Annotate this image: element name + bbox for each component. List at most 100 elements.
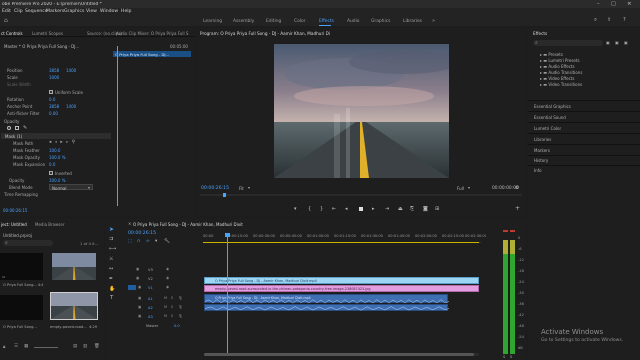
program-video-frame[interactable] [274, 44, 449, 178]
mark-in-icon[interactable]: { [308, 206, 311, 212]
hand-tool-icon[interactable]: ✋ [109, 286, 115, 292]
clip-a1[interactable]: O Priya Priya Full Song - DJ - Aamir Kha… [204, 294, 449, 304]
extract-icon[interactable]: ⎘ [410, 206, 414, 212]
help-icon[interactable]: ? [623, 17, 626, 23]
workspace-tab-color[interactable]: Color [294, 19, 305, 24]
effects-search-input[interactable]: ⌕ [533, 40, 603, 46]
razor-tool-icon[interactable]: ⚔ [109, 256, 113, 262]
track-select-tool-icon[interactable]: ⇉ [109, 236, 113, 242]
mute-button[interactable]: M [164, 296, 167, 300]
timeline-horizontal-scrollbar[interactable] [204, 353, 479, 356]
track-lock-icon[interactable]: ▣ [138, 305, 141, 309]
minimize-icon[interactable]: – [597, 1, 600, 7]
track-header-v2[interactable]: ▣ V2 ◉ [128, 276, 202, 283]
tab-media-browser[interactable]: Media Browser [35, 222, 65, 227]
scale-value[interactable]: 1000 [49, 75, 59, 80]
solo-right-button[interactable]: S [510, 355, 512, 359]
anti-flicker-value[interactable]: 0.00 [49, 111, 58, 116]
add-marker-icon[interactable]: ▾ [294, 206, 297, 212]
stop-icon[interactable] [359, 207, 363, 211]
effects-folder-presets[interactable]: ▸ ▬ Presets [540, 52, 563, 57]
anchor-y-value[interactable]: 1400 [66, 104, 76, 109]
track-header-v3[interactable]: ▣ V3 ◉ [128, 267, 202, 274]
delete-icon[interactable]: 🗑︎ [94, 344, 100, 349]
comparison-view-icon[interactable]: ⊞ [435, 206, 439, 212]
solo-button[interactable]: S [171, 314, 173, 318]
track-lock-icon[interactable]: ▣ [138, 285, 141, 289]
timeline-settings-icon[interactable]: 🔧︎ [164, 239, 170, 244]
master-level[interactable]: 0.0 [174, 324, 180, 328]
program-timecode[interactable]: 00:00:26:15 [201, 186, 229, 191]
clip-bar[interactable]: O Priya Priya Full Song - DJ... [113, 51, 191, 57]
panel-info[interactable]: Info [534, 168, 542, 173]
solo-button[interactable]: S [171, 296, 173, 300]
mask-row[interactable]: Mask (1) [1, 133, 111, 139]
scrollbar-thumb[interactable] [204, 353, 474, 356]
zoom-slider[interactable] [34, 347, 58, 348]
project-search-input[interactable]: ⌕ [3, 240, 53, 246]
tab-project[interactable]: ject: Untitled [1, 222, 27, 227]
mask-feather-value[interactable]: 100.0 [49, 148, 60, 153]
track-header-a1[interactable]: ▣ A1 M S 🎙︎ [128, 296, 202, 303]
timeline-playhead-handle[interactable] [225, 233, 230, 237]
export-frame-icon[interactable]: ◙ [423, 206, 428, 212]
track-header-a2[interactable]: ▣ A2 M S 🎙︎ [128, 305, 202, 312]
insert-sequence-icon[interactable]: ⬚ [128, 239, 132, 244]
mask-expansion-value[interactable]: 0.0 [49, 162, 55, 167]
workspace-tab-assembly[interactable]: Assembly [233, 19, 254, 24]
inverted-checkbox[interactable] [49, 171, 53, 175]
effect-controls-bottom-timecode[interactable]: 00:00:26:15 [3, 208, 27, 213]
effects-folder-audio-effects[interactable]: ▸ ▬ Audio Effects [540, 64, 575, 69]
solo-left-button[interactable]: S [503, 355, 505, 359]
new-item-icon[interactable]: ▤ [73, 344, 77, 349]
program-scrub-bar[interactable] [200, 194, 522, 196]
workspace-overflow-icon[interactable]: » [432, 18, 435, 24]
track-header-v1[interactable]: ▣ V1 ◉ [128, 285, 202, 292]
solo-button[interactable]: S [171, 305, 173, 309]
clip-indicator-left[interactable] [503, 230, 508, 232]
panel-libraries[interactable]: Libraries [534, 137, 551, 142]
effects-folder-video-effects[interactable]: ▸ ▬ Video Effects [540, 76, 574, 81]
uniform-scale-checkbox[interactable] [49, 90, 53, 94]
position-x-value[interactable]: 3858 [49, 68, 59, 73]
step-back-icon[interactable]: ◂ [345, 206, 348, 212]
panel-essential-graphics[interactable]: Essential Graphics [534, 104, 571, 109]
yuv-effects-icon[interactable]: ▣ [624, 40, 628, 45]
home-icon[interactable]: ⌂ [4, 17, 8, 24]
settings-wrench-icon[interactable]: ⚙ [515, 185, 519, 191]
mic-icon[interactable]: 🎙︎ [178, 305, 183, 309]
tab-audio-clip-mixer[interactable]: Audio Clip Mixer: O Priya Priya Full S [116, 31, 194, 36]
mic-icon[interactable]: 🎙︎ [178, 314, 183, 318]
panel-lumetri-color[interactable]: Lumetri Color [534, 126, 561, 131]
lock-icon[interactable]: 🔒︎ [3, 344, 5, 350]
effects-folder-audio-transitions[interactable]: ▸ ▬ Audio Transitions [540, 70, 582, 75]
go-to-out-icon[interactable]: ⇥ [385, 206, 389, 212]
search-icon[interactable]: ⌕ [594, 17, 597, 24]
workspace-tab-editing[interactable]: Editing [266, 19, 281, 24]
menu-help[interactable]: Help [121, 9, 131, 14]
effects-panel-title[interactable]: Effects [533, 31, 547, 36]
position-y-value[interactable]: 1400 [66, 68, 76, 73]
mute-button[interactable]: M [164, 314, 167, 318]
mic-icon[interactable]: 🎙︎ [178, 296, 183, 300]
quality-dropdown[interactable]: Full ▾ [457, 185, 477, 191]
clip-v2[interactable]: O Priya Priya Full Song - DJ - Aamir Kha… [204, 277, 479, 284]
mark-out-icon[interactable]: } [320, 206, 323, 212]
selection-tool-icon[interactable]: ➤ [109, 226, 114, 233]
maximize-icon[interactable]: □ [611, 1, 616, 7]
icon-view-icon[interactable]: ▦ [24, 344, 28, 349]
timeline-timecode[interactable]: 00:00:26:15 [128, 231, 156, 236]
menu-edit[interactable]: Edit [2, 9, 11, 14]
source-patch-v1[interactable] [128, 285, 136, 290]
list-view-icon[interactable]: ☰ [14, 344, 18, 349]
fit-dropdown[interactable]: Fit ▾ [239, 185, 259, 191]
clip-v1[interactable]: empty-paved-road-surrounded-in-the-chile… [204, 285, 479, 292]
pen-tool-icon[interactable]: ✒ [109, 276, 113, 282]
track-lock-icon[interactable]: ▣ [136, 276, 139, 280]
clip-a2[interactable] [204, 304, 449, 311]
menu-window[interactable]: Window [100, 9, 118, 14]
blend-mode-dropdown[interactable]: Normal ▾ [49, 184, 93, 191]
tab-effect-controls[interactable]: ct Controls [1, 31, 23, 36]
add-marker-icon[interactable]: ▾ [155, 239, 157, 244]
project-thumb-3[interactable] [0, 295, 43, 320]
